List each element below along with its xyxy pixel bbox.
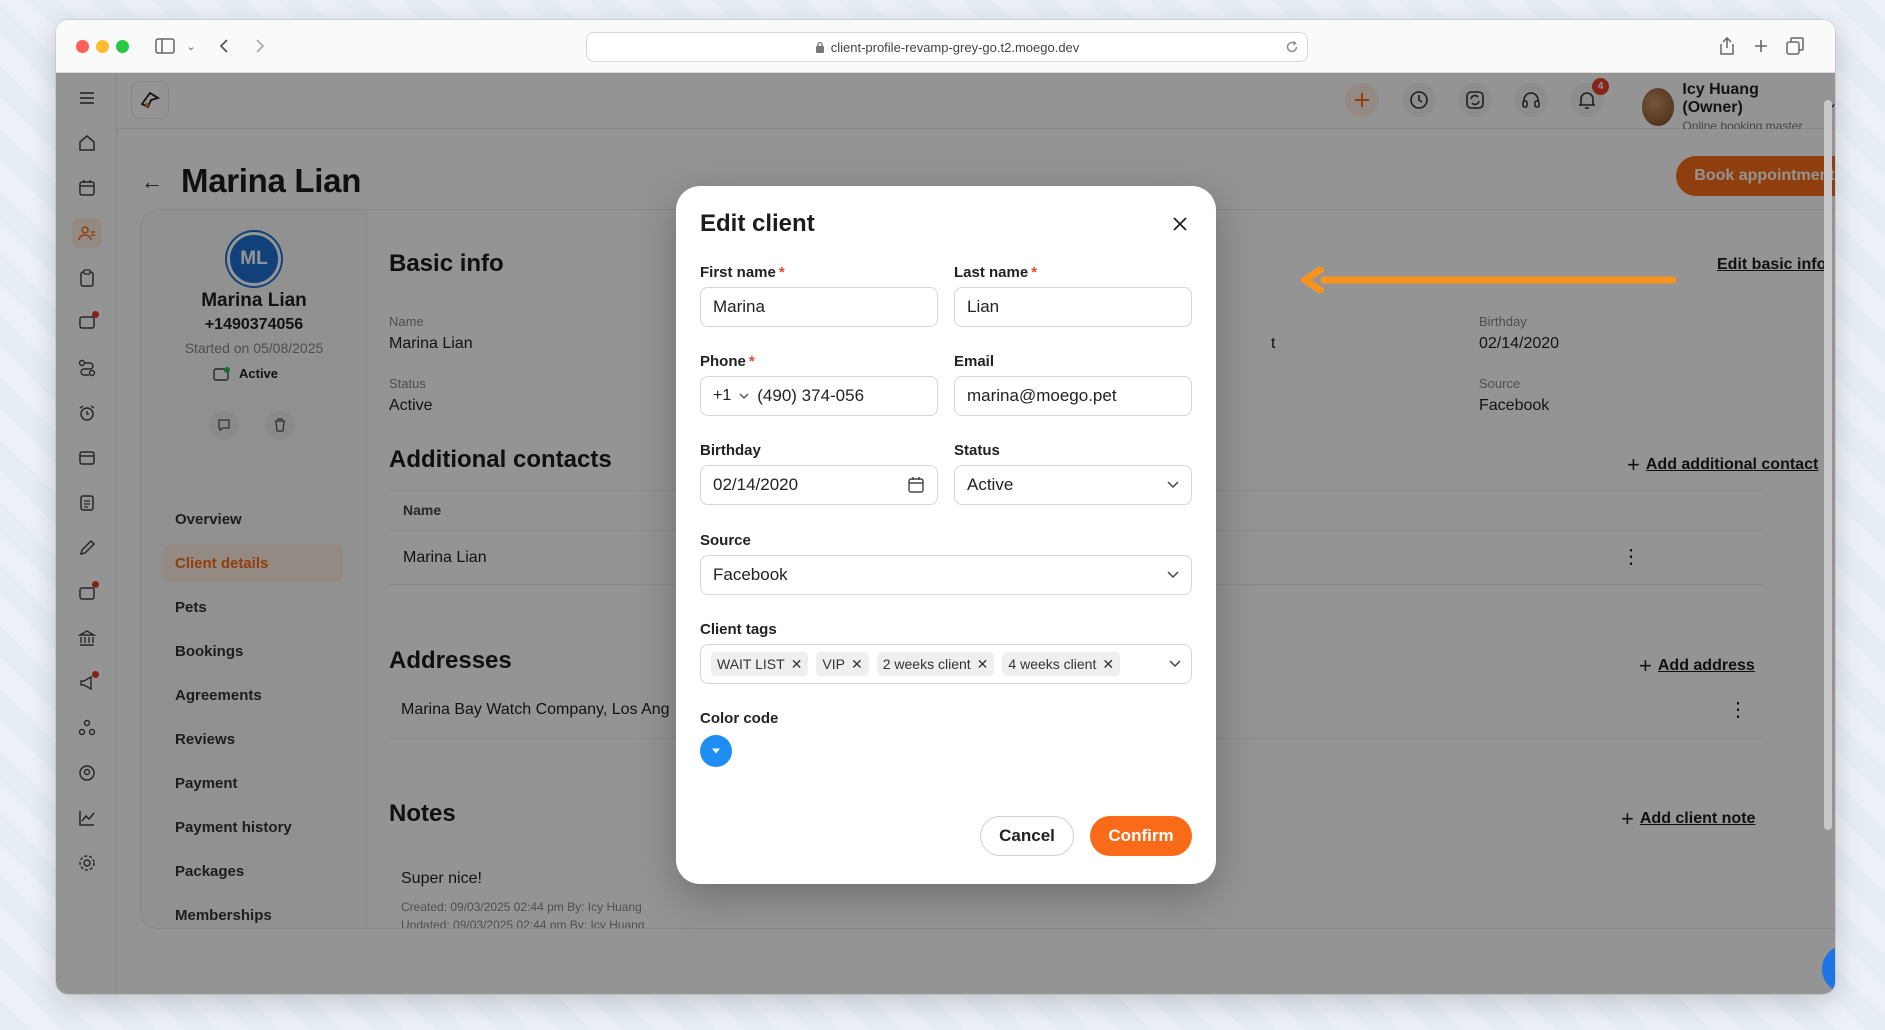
tag-remove-icon[interactable]: ✕ xyxy=(1102,656,1114,673)
lock-icon xyxy=(815,41,824,53)
phone-field[interactable]: +1 (490) 374-056 xyxy=(700,376,938,416)
status-label: Status xyxy=(954,442,1000,459)
birthday-label: Birthday xyxy=(700,442,761,459)
color-code-label: Color code xyxy=(700,710,779,727)
tag-label: 4 weeks client xyxy=(1008,656,1097,672)
new-tab-icon[interactable] xyxy=(1750,33,1772,59)
tag-chip: WAIT LIST ✕ xyxy=(711,652,809,676)
chevron-down-icon[interactable] xyxy=(1169,660,1181,668)
chevron-down-icon[interactable] xyxy=(739,393,749,400)
first-name-label: First name * xyxy=(700,264,785,281)
maximize-window-button[interactable] xyxy=(116,40,129,53)
tag-label: 2 weeks client xyxy=(882,656,971,672)
client-tags-select[interactable]: WAIT LIST ✕ VIP ✕ 2 weeks client ✕ 4 weeks … xyxy=(700,644,1192,684)
tab-overview-icon[interactable] xyxy=(1784,33,1806,59)
modal-title: Edit client xyxy=(700,210,815,237)
annotation-arrow xyxy=(1301,267,1676,293)
birthday-picker[interactable]: 02/14/2020 xyxy=(700,465,938,505)
tag-chip: 2 weeks client ✕ xyxy=(876,652,995,676)
phone-number: (490) 374-056 xyxy=(757,386,865,405)
last-name-label: Last name * xyxy=(954,264,1038,281)
browser-toolbar: ⌄ client-profile-revamp-grey-go.t2.moego… xyxy=(56,20,1835,73)
sidebar-toggle-icon[interactable] xyxy=(152,33,178,59)
confirm-button[interactable]: Confirm xyxy=(1090,816,1192,856)
chevron-down-icon xyxy=(1167,481,1179,489)
phone-country-code[interactable]: +1 xyxy=(713,387,731,405)
share-icon[interactable] xyxy=(1716,33,1738,59)
forward-nav-icon[interactable] xyxy=(250,33,270,59)
phone-label: Phone * xyxy=(700,353,755,370)
minimize-window-button[interactable] xyxy=(96,40,109,53)
last-name-field[interactable]: Lian xyxy=(954,287,1192,327)
tag-label: VIP xyxy=(822,656,845,672)
tag-remove-icon[interactable]: ✕ xyxy=(851,656,863,673)
status-select[interactable]: Active xyxy=(954,465,1192,505)
cancel-button[interactable]: Cancel xyxy=(980,816,1074,856)
tag-chip: VIP ✕ xyxy=(816,652,869,676)
source-label: Source xyxy=(700,532,751,549)
chevron-down-icon xyxy=(1167,571,1179,579)
calendar-icon[interactable] xyxy=(907,476,925,494)
source-select[interactable]: Facebook xyxy=(700,555,1192,595)
email-label: Email xyxy=(954,353,995,370)
birthday-value: 02/14/2020 xyxy=(713,475,799,494)
scrollbar[interactable] xyxy=(1824,100,1832,830)
tag-chip: 4 weeks client ✕ xyxy=(1002,652,1121,676)
color-code-picker[interactable] xyxy=(700,735,732,767)
close-icon[interactable] xyxy=(1166,210,1194,238)
client-tags-label: Client tags xyxy=(700,621,777,638)
tag-remove-icon[interactable]: ✕ xyxy=(977,656,989,673)
tag-remove-icon[interactable]: ✕ xyxy=(791,656,803,673)
close-window-button[interactable] xyxy=(76,40,89,53)
email-field[interactable]: marina@moego.pet xyxy=(954,376,1192,416)
back-nav-icon[interactable] xyxy=(214,33,234,59)
status-value: Active xyxy=(967,475,1014,494)
url-text: client-profile-revamp-grey-go.t2.moego.d… xyxy=(830,39,1080,55)
caret-down-icon xyxy=(712,748,720,754)
chevron-down-icon[interactable]: ⌄ xyxy=(184,33,198,59)
reload-icon[interactable] xyxy=(1285,40,1299,54)
edit-client-modal: Edit client First name * Marina Last name… xyxy=(676,186,1216,884)
source-value: Facebook xyxy=(713,565,788,584)
address-bar[interactable]: client-profile-revamp-grey-go.t2.moego.d… xyxy=(586,32,1308,62)
first-name-field[interactable]: Marina xyxy=(700,287,938,327)
tag-label: WAIT LIST xyxy=(717,656,785,672)
